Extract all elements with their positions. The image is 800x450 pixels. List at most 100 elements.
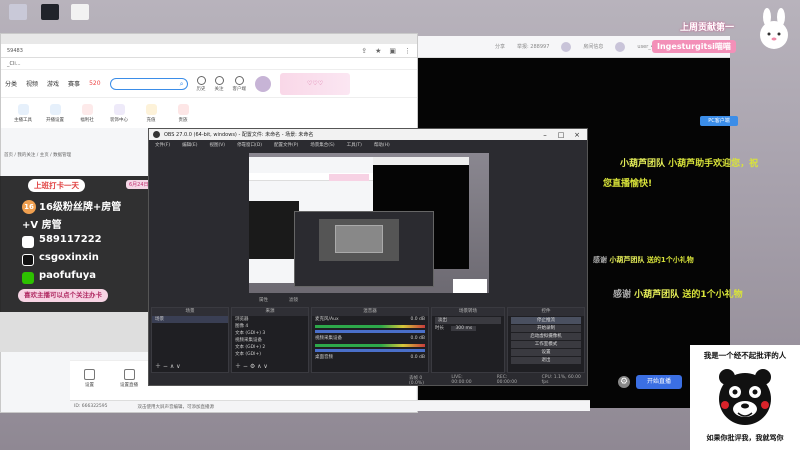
menu-tools[interactable]: 工具(T) <box>347 142 362 148</box>
desktop-icon-app[interactable] <box>36 4 64 22</box>
history-button[interactable]: 历史 <box>196 75 206 92</box>
obs-window: OBS 27.0.0 (64-bit, windows) - 配置文件: 未命名… <box>148 128 588 386</box>
share-link[interactable]: 分享 <box>495 43 505 50</box>
nav-video[interactable]: 视频 <box>26 79 38 88</box>
sticker-top-text: 我是一个经不起批评的人 <box>703 351 787 360</box>
menu-help[interactable]: 帮助(H) <box>374 142 390 148</box>
preview-sticker <box>453 279 487 293</box>
obs-title-bar: OBS 27.0.0 (64-bit, windows) - 配置文件: 未命名… <box>149 129 587 140</box>
obs-menu-bar: 文件(F) 编辑(E) 视图(V) 停靠窗口(D) 配置文件(P) 场景集合(S… <box>149 140 587 149</box>
go-live-button[interactable]: 开始直播 <box>636 375 682 389</box>
scene-item[interactable]: 场景 <box>152 316 228 323</box>
bottom-live-settings-button[interactable]: 设置直播 <box>120 369 138 388</box>
tool-streamer[interactable]: 主播工具 <box>11 103 35 123</box>
bookmark-item[interactable]: _Cli... <box>7 61 21 67</box>
top-fan-name: Ingesturgitsi喵喵 <box>652 40 736 53</box>
menu-icon[interactable]: ⋮ <box>404 47 411 55</box>
avatar[interactable] <box>255 75 272 92</box>
browser-status-bar: ID: 666322595 双击使用大屏声音编辑，可添加直播源 <box>70 400 590 411</box>
danmaku-line: 感谢 小葫芦团队 送的1个小礼物 <box>593 256 694 264</box>
tool-recharge[interactable]: 充值 <box>139 103 163 123</box>
source-controls[interactable]: ＋ − ⚙ ∧ ∨ <box>235 361 268 370</box>
pc-client-button[interactable]: PC客户端 <box>700 116 738 126</box>
source-item[interactable]: 文本 (GDI+) 3 <box>232 330 308 337</box>
obs-preview-canvas[interactable] <box>249 153 489 293</box>
mixer-header: 混音器 <box>312 308 428 316</box>
tool-icon <box>113 103 125 115</box>
tool-welfare[interactable]: 福利社 <box>75 103 99 123</box>
menu-view[interactable]: 视图(V) <box>209 142 225 148</box>
mixer-meter <box>315 344 425 347</box>
client-button[interactable]: 客户端 <box>233 75 246 92</box>
menu-scene-collection[interactable]: 场景集合(S) <box>310 142 334 148</box>
site-search-input[interactable]: ⌕ <box>109 77 188 90</box>
mixer-volume-slider[interactable] <box>315 330 425 333</box>
studio-mode-button[interactable]: 工作室模式 <box>511 341 581 348</box>
star-icon[interactable]: ★ <box>375 47 381 55</box>
obs-preview-toolbar: 属性 滤镜 <box>149 295 587 305</box>
mixer-meter <box>315 325 425 328</box>
duration-input[interactable]: 300 ms <box>451 326 477 331</box>
source-item[interactable]: 图像 4 <box>232 323 308 330</box>
menu-file[interactable]: 文件(F) <box>155 142 170 148</box>
virtual-camera-button[interactable]: 启动虚拟摄像机 <box>511 333 581 340</box>
address-text: 59483 <box>7 47 23 54</box>
properties-button[interactable]: 属性 <box>259 297 268 303</box>
address-bar[interactable]: 59483 ⇪ ★ ▣ ⋮ <box>1 44 417 58</box>
meme-sticker: 我是一个经不起批评的人 如果你批评我，我就骂你 <box>690 345 800 450</box>
preview-banner <box>329 174 369 181</box>
bottom-settings-button[interactable]: 设置 <box>84 369 95 388</box>
status-hint: 双击使用大屏声音编辑，可添加直播源 <box>137 405 215 410</box>
live-settings-icon <box>123 369 135 380</box>
report-link[interactable]: 举报: 288997 <box>517 43 549 50</box>
menu-profile[interactable]: 配置文件(P) <box>274 142 298 148</box>
gear-icon[interactable]: ⚙ <box>618 376 630 388</box>
extensions-icon[interactable]: ▣ <box>389 47 396 55</box>
mixer-volume-slider[interactable] <box>315 349 425 352</box>
start-recording-button[interactable]: 开始录制 <box>511 325 581 332</box>
promo-banner[interactable]: ♡♡♡ <box>280 72 351 95</box>
user-avatar[interactable] <box>615 41 626 52</box>
status-id: ID: 666322595 <box>74 404 108 409</box>
tool-icon <box>145 103 157 115</box>
maximize-icon[interactable]: □ <box>555 131 567 139</box>
history-icon <box>196 75 206 85</box>
desktop-icon-recycle[interactable] <box>4 4 32 22</box>
top-fan-title: 上周贡献第一 <box>680 23 735 33</box>
room-info-link[interactable]: 房间信息 <box>583 43 603 50</box>
share-icon[interactable]: ⇪ <box>361 47 367 55</box>
desktop-icon-file[interactable] <box>66 4 94 22</box>
settings-button[interactable]: 设置 <box>511 349 581 356</box>
search-icon[interactable]: ⌕ <box>180 80 184 89</box>
menu-docks[interactable]: 停靠窗口(D) <box>237 142 262 148</box>
download-icon <box>234 75 244 85</box>
transition-select[interactable]: 淡出 <box>435 317 501 324</box>
breadcrumb: 首页 / 我的关注 / 主页 / 数据管理 <box>4 153 72 158</box>
source-item[interactable]: 文本 (GDI+) <box>232 351 308 358</box>
app-icon <box>41 4 59 20</box>
minimize-icon[interactable]: – <box>539 131 551 139</box>
mixer-dock: 混音器 麦克风/Aux 0.0 dB 视频采集设备 0.0 dB 桌面音频 0.0 d… <box>311 307 429 373</box>
nav-game[interactable]: 游戏 <box>47 79 59 88</box>
follow-button[interactable]: 关注 <box>214 75 224 92</box>
danmaku-line: 您直播愉快! <box>603 179 653 189</box>
danmaku-line: 感谢 小葫芦团队 送的1个小礼物 <box>613 290 743 300</box>
nav-category[interactable]: 分类 <box>5 79 17 88</box>
nav-520[interactable]: 520 <box>89 80 100 87</box>
nav-match[interactable]: 赛事 <box>68 79 80 88</box>
filters-button[interactable]: 滤镜 <box>289 297 298 303</box>
tool-noble[interactable]: 贵族 <box>171 103 195 123</box>
wechat-icon <box>22 272 34 284</box>
source-item[interactable]: 视频采集设备 <box>232 337 308 344</box>
status-live-time: LIVE: 00:00:00 <box>451 375 472 385</box>
menu-edit[interactable]: 编辑(E) <box>182 142 197 148</box>
stop-streaming-button[interactable]: 停止推流 <box>511 317 581 324</box>
close-icon[interactable]: × <box>571 131 583 139</box>
source-item[interactable]: 浏览器 <box>232 316 308 323</box>
obs-title-text: OBS 27.0.0 (64-bit, windows) - 配置文件: 未命名… <box>164 132 314 138</box>
exit-button[interactable]: 退出 <box>511 357 581 364</box>
tool-settings[interactable]: 开播设置 <box>43 103 67 123</box>
tool-decor[interactable]: 装饰中心 <box>107 103 131 123</box>
source-item[interactable]: 文本 (GDI+) 2 <box>232 344 308 351</box>
scene-controls[interactable]: ＋ − ∧ ∨ <box>155 361 181 370</box>
